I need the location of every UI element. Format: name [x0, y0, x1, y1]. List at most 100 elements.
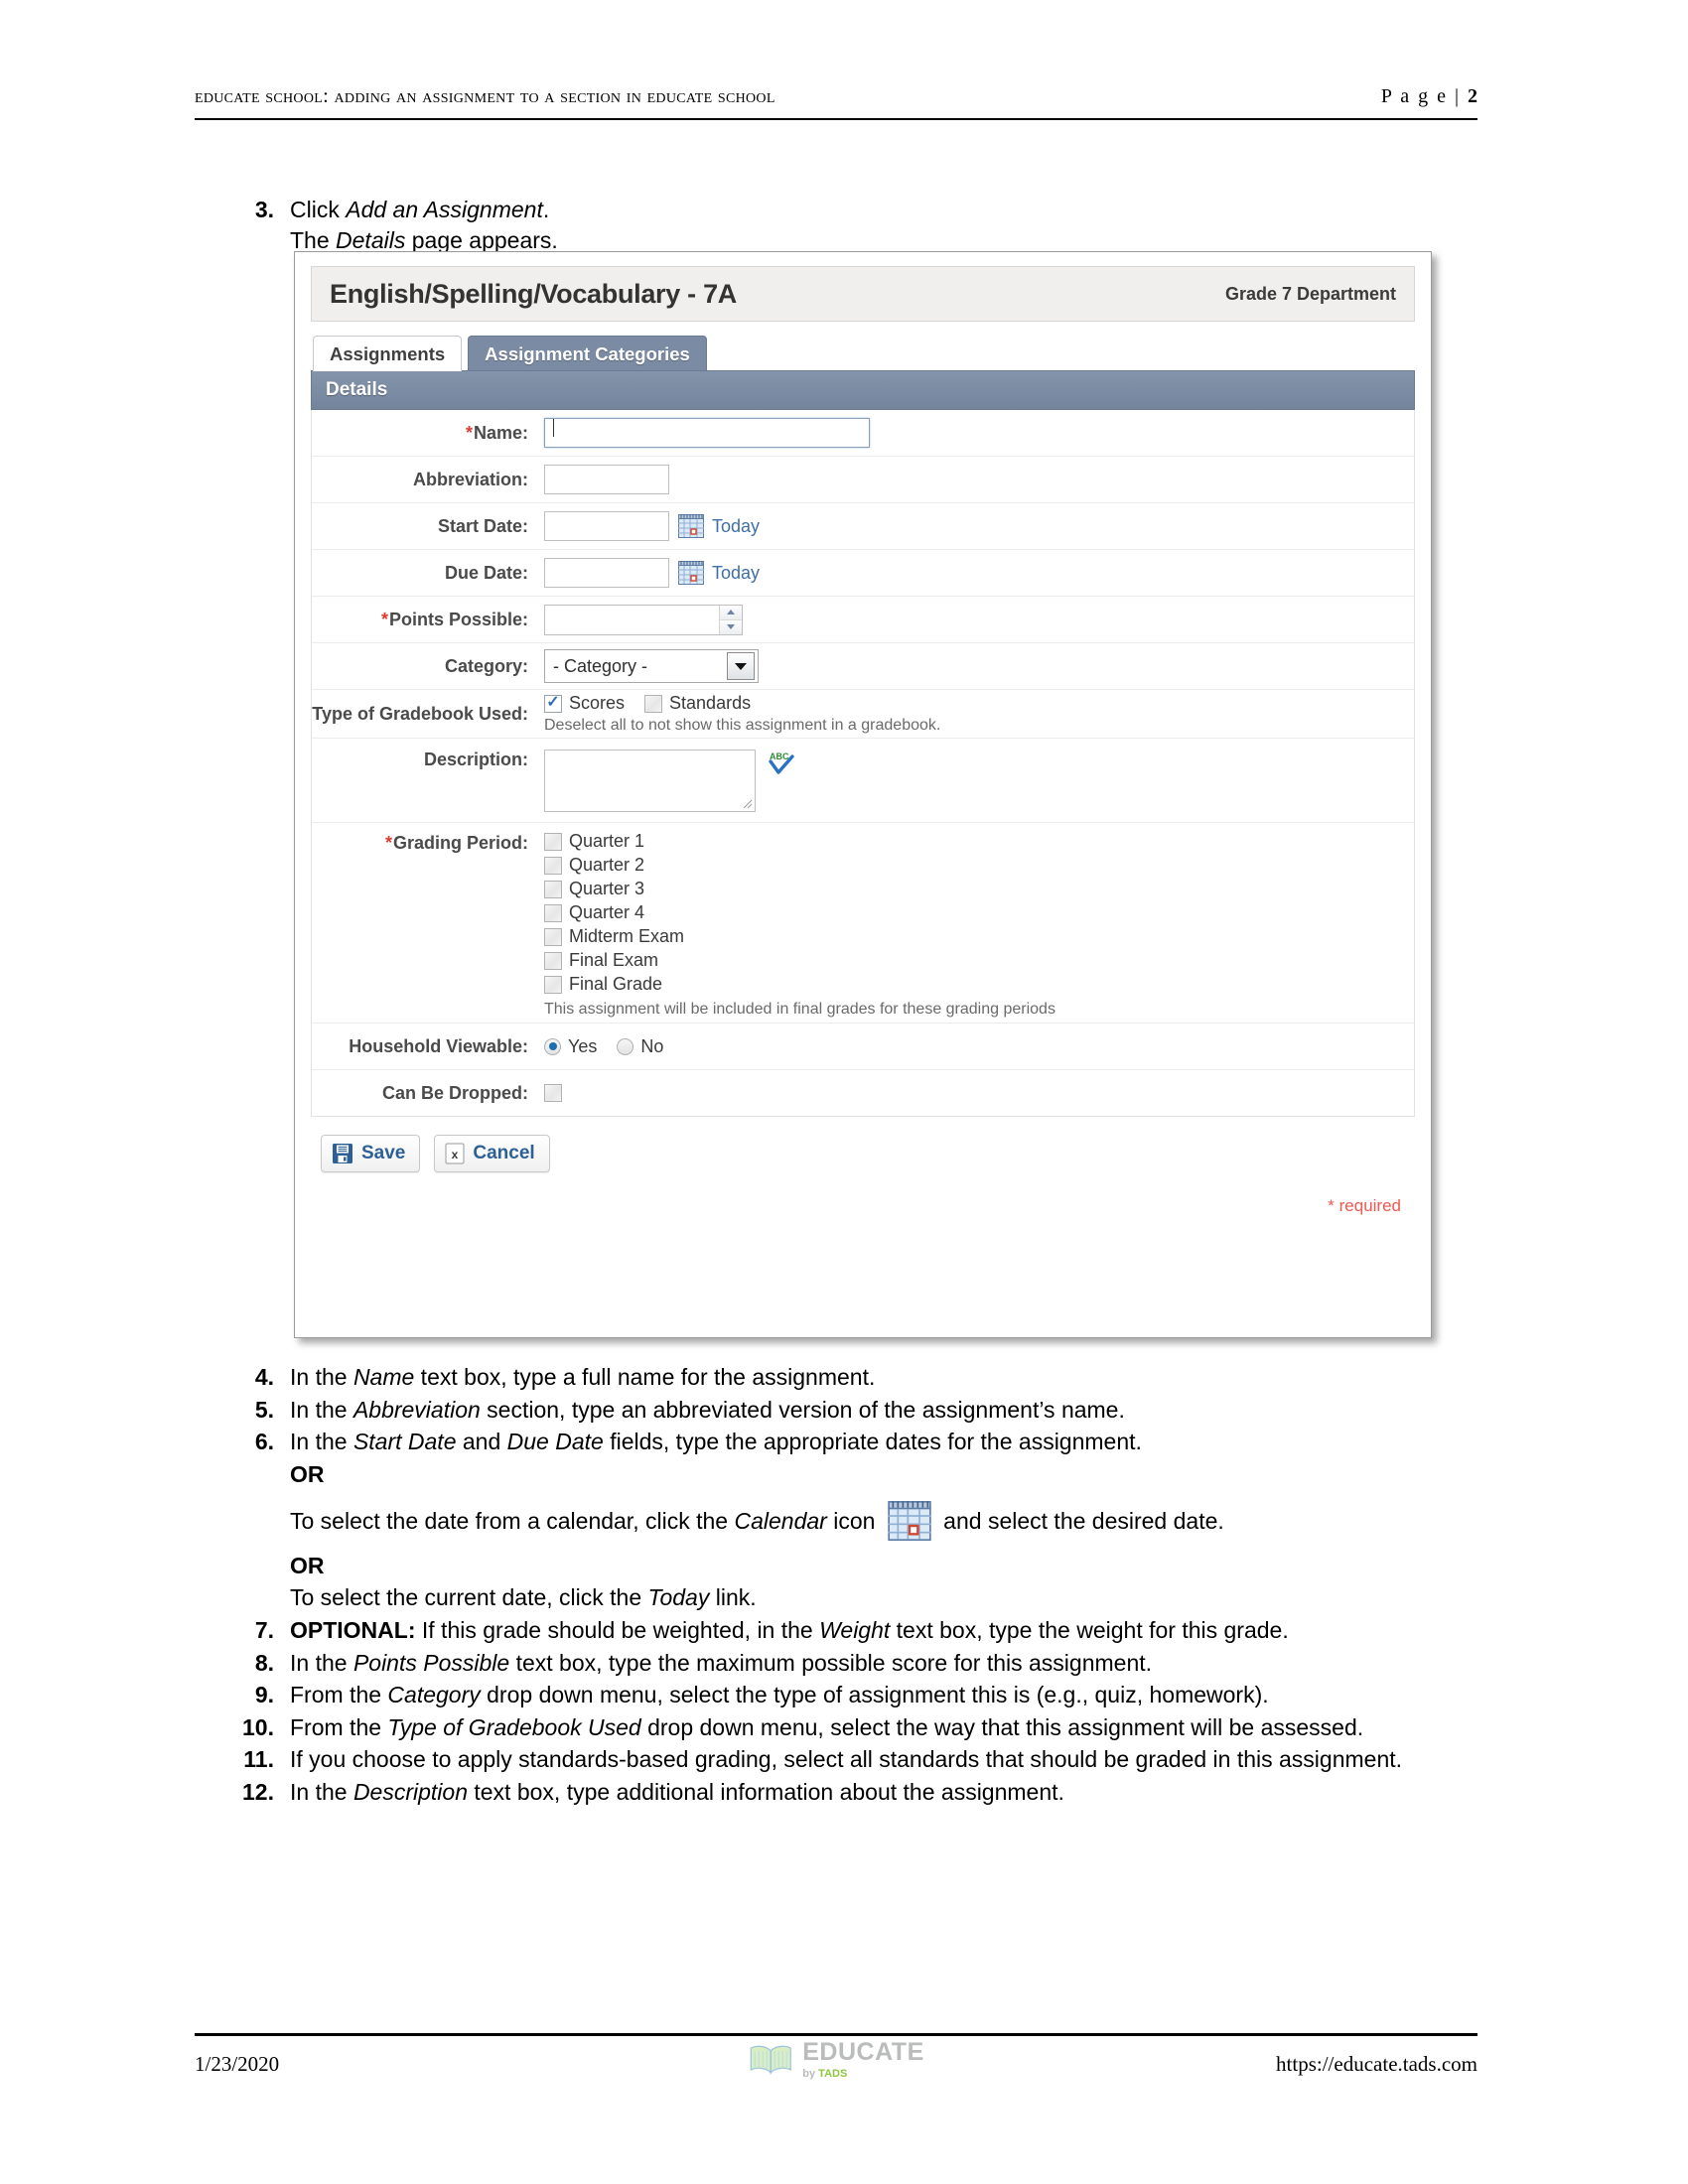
step-number: 3. [254, 197, 274, 222]
arrow-down-icon [727, 624, 735, 629]
description-textarea[interactable] [544, 749, 756, 812]
grading-period-option[interactable]: Quarter 4 [544, 902, 644, 923]
label-quarter-1: Quarter 1 [569, 831, 645, 851]
step-text: From the Type of Gradebook Used drop dow… [290, 1712, 1491, 1743]
step-number: 4. [254, 1364, 274, 1390]
step-6-post: fields, type the appropriate dates for t… [603, 1429, 1142, 1455]
steps-list: 4. In the Name text box, type a full nam… [234, 1362, 1491, 1810]
step-5-post: section, type an abbreviated version of … [480, 1396, 1125, 1423]
radio-household-no[interactable] [617, 1037, 634, 1055]
grading-period-option[interactable]: Final Grade [544, 974, 662, 995]
step-text: If you choose to apply standards-based g… [290, 1746, 1403, 1773]
tab-bar: Assignments Assignment Categories [311, 336, 1415, 371]
step-number: 7. [254, 1617, 274, 1644]
checkbox-scores[interactable]: ✓ [544, 694, 562, 713]
step-7-emphasis: Weight [819, 1617, 891, 1644]
points-possible-input[interactable] [545, 606, 719, 634]
stepper-buttons[interactable] [719, 605, 742, 634]
grading-period-option[interactable]: Quarter 3 [544, 879, 644, 899]
grading-period-option[interactable]: Quarter 2 [544, 855, 644, 876]
step-3-sub-emphasis: Details [336, 226, 406, 253]
calendar-icon[interactable] [678, 514, 704, 538]
step-text: In the Start Date and Due Date fields, t… [290, 1427, 1491, 1457]
stepper-down-button[interactable] [720, 619, 742, 634]
checkbox-final-grade[interactable] [544, 975, 562, 994]
grading-period-option[interactable]: Quarter 1 [544, 831, 644, 852]
save-button[interactable]: Save [321, 1135, 421, 1172]
row-category: Category: - Category - [312, 643, 1414, 690]
checkbox-midterm-exam[interactable] [544, 927, 562, 946]
step-8: 8. In the Points Possible text box, type… [234, 1648, 1491, 1679]
cancel-button[interactable]: x Cancel [434, 1135, 550, 1172]
label-name-text: Name: [473, 422, 528, 443]
step-number: 11. [243, 1746, 274, 1773]
row-start-date: Start Date: Today [312, 503, 1414, 550]
logo-tagline: by TADS [802, 2069, 923, 2080]
radio-household-yes[interactable] [544, 1037, 561, 1055]
tab-assignment-categories[interactable]: Assignment Categories [468, 336, 707, 371]
calendar-line-post: and select the desired date. [936, 1508, 1224, 1535]
due-date-input[interactable] [544, 558, 669, 588]
step-number: 9. [254, 1682, 274, 1708]
grading-period-option[interactable]: Final Exam [544, 950, 658, 971]
step-9: 9. From the Category drop down menu, sel… [234, 1680, 1491, 1710]
logo-by-text: by [802, 2068, 819, 2080]
due-date-today-link[interactable]: Today [712, 563, 760, 584]
category-select[interactable]: - Category - [544, 649, 759, 683]
step-6-today-line: To select the current date, click the To… [290, 1582, 1491, 1613]
checkbox-quarter-4[interactable] [544, 903, 562, 922]
step-12: 12. In the Description text box, type ad… [234, 1777, 1491, 1808]
tab-assignments[interactable]: Assignments [313, 336, 463, 371]
logo-wordmark: EDUCATE by TADS [802, 2040, 923, 2080]
checkbox-can-be-dropped[interactable] [544, 1084, 562, 1102]
checkbox-quarter-1[interactable] [544, 832, 562, 851]
label-standards: Standards [669, 693, 752, 713]
start-date-today-link[interactable]: Today [712, 516, 760, 537]
footer-url: https://educate.tads.com [1276, 2052, 1477, 2076]
step-3-sub-post: page appears. [405, 226, 558, 253]
row-household-viewable: Household Viewable: Yes No [312, 1024, 1414, 1070]
checkbox-quarter-2[interactable] [544, 856, 562, 875]
calendar-icon [888, 1501, 931, 1549]
checkbox-final-exam[interactable] [544, 951, 562, 970]
step-6-emphasis-1: Start Date [352, 1429, 457, 1455]
spellcheck-abc-icon[interactable]: ABC [768, 750, 795, 775]
abbreviation-input[interactable] [544, 465, 669, 494]
chevron-down-icon[interactable] [727, 652, 755, 680]
label-start-date: Start Date: [437, 515, 528, 536]
label-abbreviation: Abbreviation: [412, 469, 528, 489]
document-header: Educate School: Adding an Assignment to … [195, 85, 1477, 120]
row-can-be-dropped: Can Be Dropped: [312, 1070, 1414, 1116]
label-household-viewable: Household Viewable: [349, 1035, 528, 1056]
header-title: Educate School: Adding an Assignment to … [195, 85, 775, 107]
label-household-no: No [640, 1035, 664, 1056]
step-3: 3. Click Add an Assignment. [234, 195, 1485, 225]
step-7-pre: If this grade should be weighted, in the [415, 1617, 820, 1644]
grading-period-option[interactable]: Midterm Exam [544, 926, 684, 947]
step-6-pre: In the [290, 1429, 353, 1455]
step-9-post: drop down menu, select the type of assig… [480, 1682, 1269, 1708]
label-category: Category: [444, 655, 528, 676]
radio-dot [548, 1042, 557, 1050]
step-5-emphasis: Abbreviation [352, 1396, 481, 1423]
label-quarter-3: Quarter 3 [569, 879, 645, 898]
step-12-pre: In the [290, 1778, 353, 1805]
document-page: Educate School: Adding an Assignment to … [0, 0, 1688, 2184]
step-3-emphasis: Add an Assignment [346, 197, 543, 222]
course-title: English/Spelling/Vocabulary - 7A [330, 278, 737, 309]
calendar-icon[interactable] [678, 561, 704, 585]
row-description: Description: ABC [312, 739, 1414, 823]
label-scores: Scores [569, 693, 626, 713]
points-possible-stepper[interactable] [544, 604, 743, 635]
resize-handle[interactable] [743, 799, 753, 809]
start-date-input[interactable] [544, 511, 669, 541]
document-footer: 1/23/2020 EDUCATE by TADS https://educat… [195, 2033, 1477, 2080]
step-10-emphasis: Type of Gradebook Used [387, 1713, 641, 1740]
application-screenshot: English/Spelling/Vocabulary - 7A Grade 7… [294, 251, 1432, 1338]
checkbox-standards[interactable] [644, 694, 663, 713]
stepper-up-button[interactable] [720, 605, 742, 620]
name-input[interactable] [544, 418, 870, 448]
label-can-be-dropped: Can Be Dropped: [381, 1082, 528, 1103]
checkbox-quarter-3[interactable] [544, 880, 562, 898]
calendar-line-pre: To select the date from a calendar, clic… [290, 1508, 735, 1535]
